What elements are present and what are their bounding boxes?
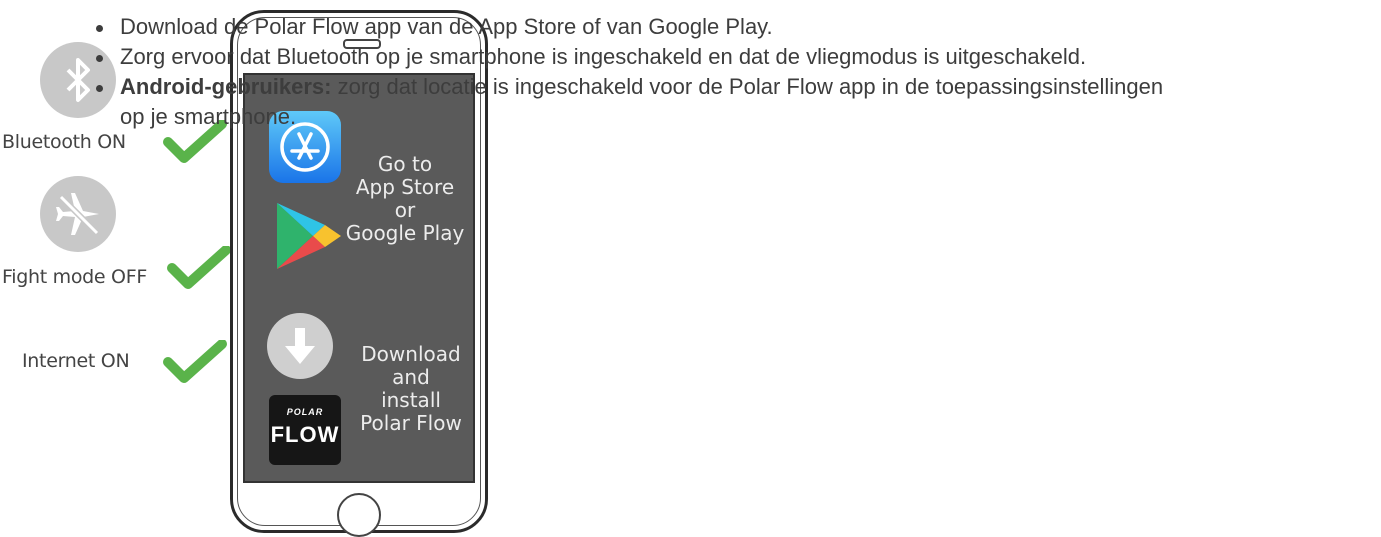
list-item-text: Zorg ervoor dat Bluetooth op je smartpho… xyxy=(120,44,1087,69)
download-text-line: install xyxy=(381,388,441,412)
list-item-text: Download de Polar Flow app van de App St… xyxy=(120,14,773,39)
list-item-text: zorg dat locatie is ingeschakeld voor de… xyxy=(331,74,1164,99)
list-item: Zorg ervoor dat Bluetooth op je smartpho… xyxy=(94,42,1163,72)
store-instructions: Go to App Store or Google Play xyxy=(345,153,465,245)
download-text-line: Download xyxy=(361,342,461,366)
internet-check-icon xyxy=(163,340,227,383)
internet-label: Internet ON xyxy=(22,350,130,372)
list-item-continuation: op je smartphone. xyxy=(120,104,297,129)
polar-flow-logo: POLAR FLOW xyxy=(269,395,341,465)
flight-check-icon xyxy=(167,246,231,289)
home-button xyxy=(337,493,381,537)
store-text-line: or xyxy=(394,198,416,222)
download-text-line: and xyxy=(392,365,430,389)
download-instructions: Download and install Polar Flow xyxy=(353,343,469,435)
store-text-line: App Store xyxy=(355,175,455,199)
bluetooth-label: Bluetooth ON xyxy=(2,131,126,153)
flow-logo-text: FLOW xyxy=(270,422,340,447)
list-item-bold: Android-gebruikers: xyxy=(120,74,332,99)
google-play-icon xyxy=(277,203,341,269)
list-item: Download de Polar Flow app van de App St… xyxy=(94,12,1163,42)
download-text-line: Polar Flow xyxy=(360,411,462,435)
phone-screen: Go to App Store or Google Play POLAR FLO… xyxy=(243,73,475,483)
flight-mode-label: Fight mode OFF xyxy=(2,266,147,288)
polar-logo-text: POLAR xyxy=(286,407,324,417)
store-text-line: Google Play xyxy=(345,221,465,245)
store-text-line: Go to xyxy=(377,152,433,176)
airplane-icon xyxy=(40,176,116,252)
download-icon xyxy=(267,313,333,379)
instruction-list: Download de Polar Flow app van de App St… xyxy=(94,12,1163,132)
list-item: Android-gebruikers: zorg dat locatie is … xyxy=(94,72,1163,132)
